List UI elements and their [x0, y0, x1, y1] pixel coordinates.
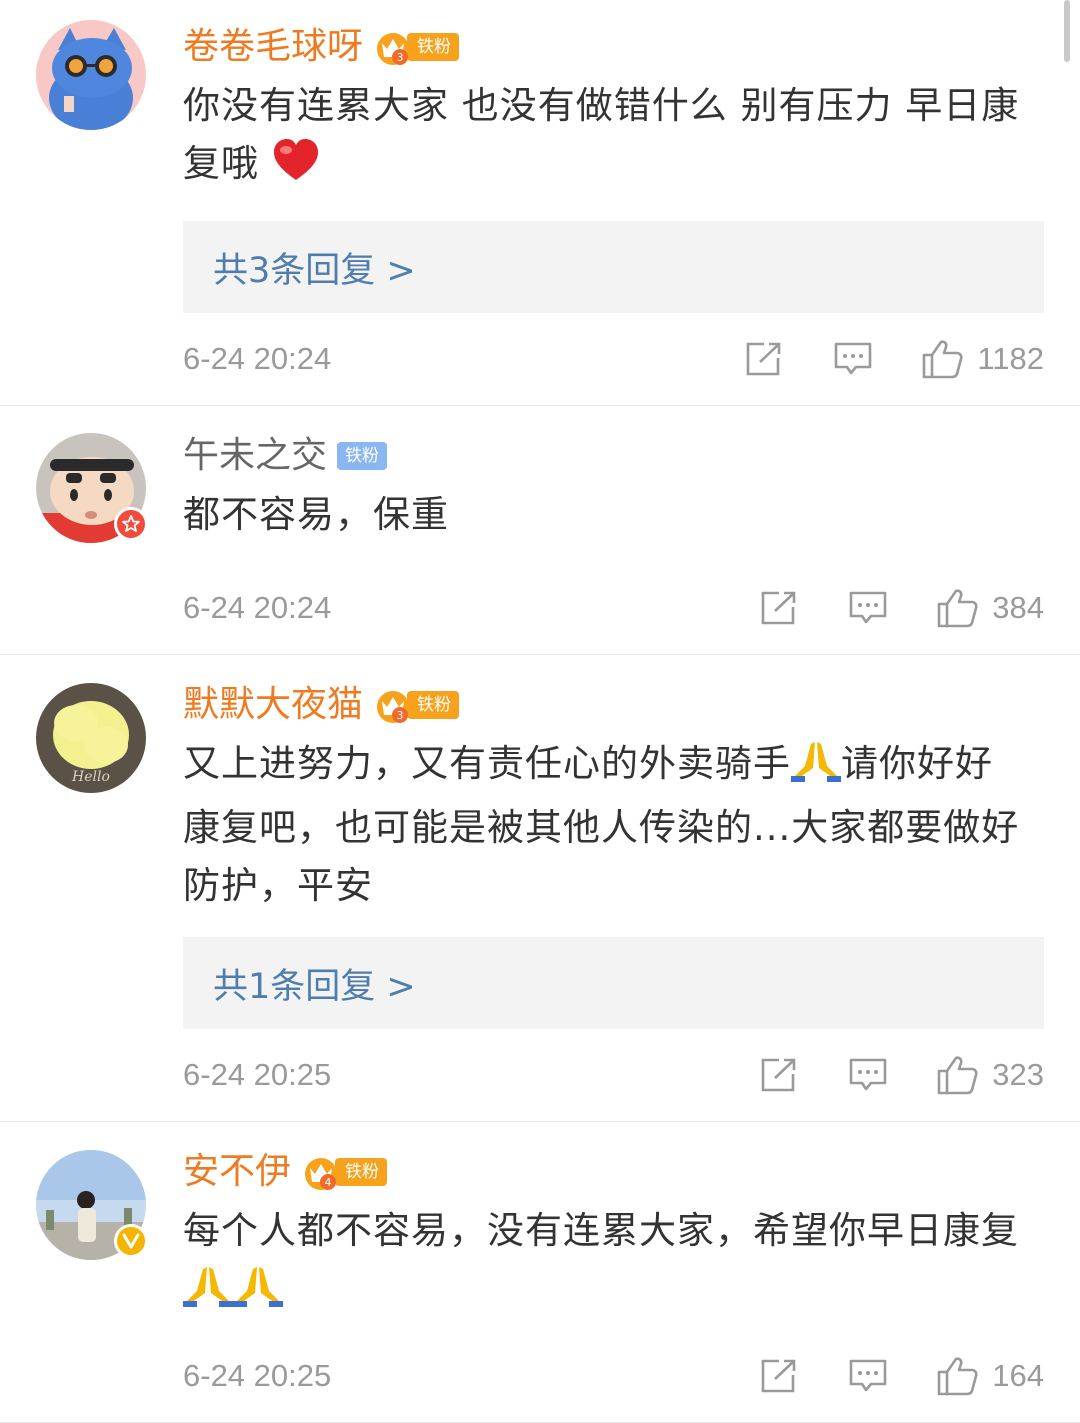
username[interactable]: 午未之交: [183, 426, 327, 486]
fan-badge-label: 铁粉: [335, 1158, 388, 1186]
thumbs-up-icon: [937, 1357, 978, 1396]
timestamp: 6-24 20:25: [183, 1358, 332, 1393]
svg-text:Hello: Hello: [71, 769, 110, 785]
comment-text: 又上进努力，又有责任心的外卖骑手 请你好好康复吧，也可能是被其他人传染的...大家…: [183, 735, 1024, 915]
fan-badge: 3 铁粉: [373, 688, 460, 723]
fan-badge: 铁粉: [337, 439, 388, 473]
share-icon[interactable]: [743, 339, 783, 379]
username[interactable]: 卷卷毛球呀: [183, 17, 363, 77]
thumbs-up-icon: [937, 1056, 978, 1095]
share-icon[interactable]: [758, 588, 798, 628]
comment-text: 你没有连累大家 也没有做错什么 别有压力 早日康复哦: [183, 77, 1024, 199]
like-button[interactable]: 1182: [921, 339, 1044, 379]
comment-meta: 6-24 20:25 323: [183, 1029, 1044, 1121]
avatar[interactable]: Hello: [36, 683, 146, 793]
like-button[interactable]: 384: [936, 588, 1044, 628]
avatar[interactable]: [36, 1150, 148, 1260]
comment-meta: 6-24 20:24 384: [183, 562, 1044, 654]
fan-badge: 4 铁粉: [301, 1155, 388, 1190]
share-icon[interactable]: [758, 1055, 798, 1095]
comment-item: 卷卷毛球呀 3 铁粉 你没有连累大家 也没有做错什么 别有压力 早日康复哦 共3…: [0, 0, 1080, 406]
like-count: 164: [992, 1358, 1044, 1393]
thumbs-up-icon: [923, 340, 963, 379]
comment-text: 都不容易，保重: [183, 493, 449, 536]
pray-icon: [183, 1263, 233, 1324]
like-button[interactable]: 164: [936, 1356, 1044, 1396]
like-count: 1182: [977, 341, 1044, 376]
like-button[interactable]: 323: [936, 1055, 1044, 1095]
timestamp: 6-24 20:24: [183, 341, 332, 376]
replies-link[interactable]: 共3条回复 >: [183, 221, 1044, 313]
comment-item: Hello 默默大夜猫 3 铁粉 又上进努力，又有责任心的外卖骑手 请你好好康复吧…: [0, 655, 1080, 1122]
avatar[interactable]: [36, 20, 146, 130]
comment-text: 每个人都不容易，没有连累大家，希望你早日康复: [183, 1202, 1024, 1324]
comment-icon[interactable]: [848, 1356, 888, 1396]
crown-icon: 3: [377, 33, 410, 65]
like-count: 323: [992, 1057, 1044, 1092]
comment-icon[interactable]: [848, 588, 888, 628]
comment-meta: 6-24 20:24 1182: [183, 313, 1044, 405]
avatar[interactable]: [36, 433, 148, 543]
pray-icon: [791, 738, 841, 799]
verified-v-icon: [114, 1224, 148, 1258]
replies-link[interactable]: 共1条回复 >: [183, 937, 1044, 1029]
timestamp: 6-24 20:25: [183, 1057, 332, 1092]
fan-badge-label: 铁粉: [407, 691, 460, 719]
svg-text:4: 4: [325, 1176, 332, 1189]
heart-icon: [272, 138, 320, 199]
fan-badge-label: 铁粉: [337, 442, 388, 470]
share-icon[interactable]: [758, 1356, 798, 1396]
verified-star-icon: [114, 507, 148, 541]
comment-icon[interactable]: [848, 1055, 888, 1095]
svg-text:3: 3: [397, 51, 404, 64]
username[interactable]: 安不伊: [183, 1142, 291, 1202]
timestamp: 6-24 20:24: [183, 590, 332, 625]
comment-icon[interactable]: [833, 339, 873, 379]
comment-item: 午未之交 铁粉 都不容易，保重 6-24 20:24 384: [0, 406, 1080, 655]
svg-text:3: 3: [397, 709, 404, 722]
pray-icon: [233, 1263, 283, 1324]
fan-badge-label: 铁粉: [407, 33, 460, 61]
thumbs-up-icon: [937, 589, 978, 628]
comment-item: 安不伊 4 铁粉 每个人都不容易，没有连累大家，希望你早日康复 6-24 20:…: [0, 1122, 1080, 1423]
comment-meta: 6-24 20:25 164: [183, 1330, 1044, 1422]
like-count: 384: [992, 590, 1044, 625]
crown-icon: 4: [305, 1158, 338, 1190]
crown-icon: 3: [377, 691, 410, 723]
fan-badge: 3 铁粉: [373, 30, 460, 65]
username[interactable]: 默默大夜猫: [183, 675, 363, 735]
